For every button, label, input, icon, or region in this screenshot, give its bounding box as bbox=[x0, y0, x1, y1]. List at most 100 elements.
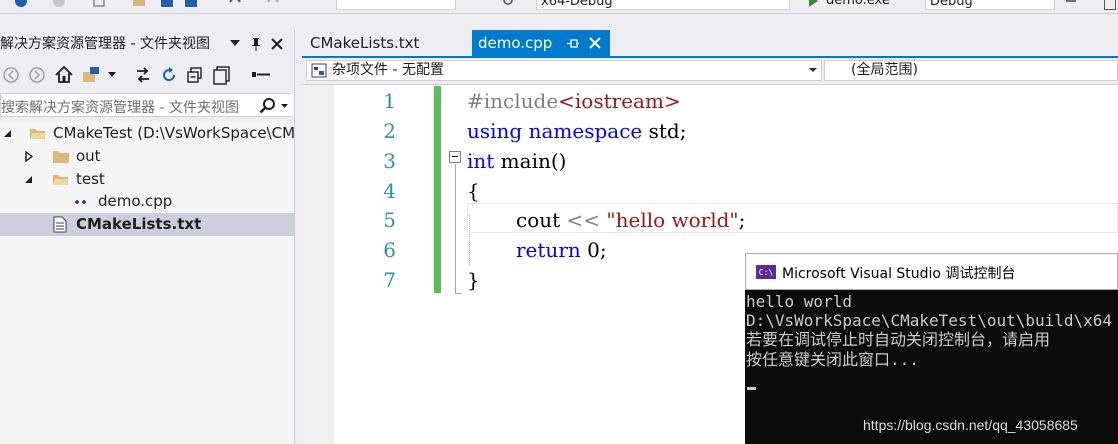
console-cursor bbox=[747, 387, 756, 390]
solution-tree: CMakeTest (D:\VsWorkSpace\CM out test de… bbox=[0, 121, 294, 444]
refresh-icon[interactable] bbox=[160, 66, 178, 84]
close-tab-icon[interactable] bbox=[589, 37, 601, 49]
back-icon[interactable] bbox=[2, 66, 20, 84]
code-line[interactable]: cout << "hello world"; bbox=[516, 205, 745, 235]
string-literal: "hello world" bbox=[606, 208, 739, 232]
code-line[interactable]: using namespace std; bbox=[467, 116, 686, 146]
navigation-bar: 杂项文件 - 无配置 (全局范围) bbox=[302, 58, 1118, 85]
keyword: using bbox=[467, 119, 523, 143]
folder-icon bbox=[53, 151, 69, 163]
preprocessor-directive: #include bbox=[467, 89, 559, 113]
tab-label: CMakeLists.txt bbox=[310, 34, 420, 52]
console-line: 若要在调试停止时自动关闭控制台，请启用 bbox=[746, 330, 1051, 349]
tree-item-label: out bbox=[76, 147, 101, 165]
collapse-function-icon[interactable] bbox=[449, 151, 461, 163]
root-label: CMakeTest (D:\VsWorkSpace\CM bbox=[53, 124, 294, 142]
open-folder-icon[interactable] bbox=[132, 0, 146, 8]
console-title-bar[interactable]: C:\ Microsoft Visual Studio 调试控制台 bbox=[745, 253, 1118, 290]
undo-icon[interactable] bbox=[228, 0, 242, 8]
line-number: 4 bbox=[383, 179, 396, 203]
code-text: } bbox=[467, 268, 480, 292]
debug-console-window[interactable]: C:\ Microsoft Visual Studio 调试控制台 hello … bbox=[745, 253, 1118, 444]
chevron-down-icon[interactable] bbox=[809, 68, 817, 73]
sync-icon[interactable] bbox=[134, 66, 152, 84]
expanded-arrow-icon[interactable] bbox=[24, 175, 33, 184]
watermark: https://blog.csdn.net/qq_43058685 bbox=[863, 417, 1078, 433]
text-file-icon bbox=[53, 216, 67, 233]
tree-item-demo-cpp[interactable]: demo.cpp bbox=[0, 190, 294, 213]
solution-explorer-header: 解决方案资源管理器 - 文件夹视图 bbox=[0, 30, 294, 58]
line-number: 7 bbox=[383, 268, 396, 292]
redo-icon[interactable] bbox=[266, 0, 280, 8]
solution-explorer-title: 解决方案资源管理器 - 文件夹视图 bbox=[0, 36, 210, 52]
misc-files-icon bbox=[311, 63, 327, 78]
window-restore-icon[interactable] bbox=[1104, 0, 1116, 10]
pin-tab-icon[interactable] bbox=[566, 38, 580, 49]
find-box[interactable] bbox=[336, 0, 456, 10]
tab-demo-cpp[interactable]: demo.cpp bbox=[472, 30, 610, 56]
console-line: 按任意键关闭此窗口... bbox=[746, 350, 919, 369]
member-scope-label: (全局范围) bbox=[851, 62, 918, 78]
find-in-files-icon[interactable] bbox=[502, 0, 516, 8]
expanded-arrow-icon[interactable] bbox=[3, 129, 12, 138]
pin-icon[interactable] bbox=[250, 37, 262, 52]
forward-circle-icon[interactable] bbox=[52, 0, 66, 8]
console-icon-text: C:\ bbox=[759, 268, 774, 277]
search-icon[interactable] bbox=[259, 97, 277, 114]
start-debug-icon[interactable] bbox=[806, 0, 820, 8]
solution-explorer-search[interactable]: 搜索解决方案资源管理器 - 文件夹视图 bbox=[0, 93, 293, 117]
save-icon[interactable] bbox=[160, 0, 174, 8]
main-toolbar: x64-Debug demo.exe Debug bbox=[0, 0, 1118, 14]
configuration-dropdown[interactable]: Debug bbox=[925, 0, 1055, 10]
switch-views-icon[interactable] bbox=[82, 66, 102, 84]
tab-label: demo.cpp bbox=[478, 34, 553, 52]
show-all-files-icon[interactable] bbox=[212, 65, 232, 85]
project-scope-dropdown[interactable]: 杂项文件 - 无配置 bbox=[306, 60, 822, 81]
collapsed-arrow-icon[interactable] bbox=[25, 151, 33, 162]
code-text: main() bbox=[494, 149, 567, 173]
collapse-all-icon[interactable] bbox=[186, 66, 204, 84]
tab-cmakelists[interactable]: CMakeLists.txt bbox=[302, 30, 472, 56]
console-line: hello world bbox=[746, 292, 852, 311]
code-text: ; bbox=[738, 208, 746, 232]
project-scope-label: 杂项文件 - 无配置 bbox=[332, 62, 444, 78]
code-line[interactable]: } bbox=[467, 265, 480, 295]
save-all-icon[interactable] bbox=[184, 0, 198, 8]
outline-fold-line bbox=[455, 164, 456, 294]
code-line[interactable]: int main() bbox=[467, 146, 566, 176]
code-line[interactable]: { bbox=[467, 176, 480, 206]
line-number: 6 bbox=[383, 238, 396, 262]
toolbar-overflow-icon[interactable] bbox=[1066, 0, 1076, 2]
close-panel-icon[interactable] bbox=[271, 38, 283, 50]
home-icon[interactable] bbox=[54, 65, 74, 84]
solution-explorer-toolbar bbox=[0, 62, 294, 88]
line-number: 1 bbox=[383, 89, 396, 113]
tree-item-cmakelists[interactable]: CMakeLists.txt bbox=[0, 213, 294, 236]
include-header: <iostream> bbox=[558, 89, 681, 113]
tree-root[interactable]: CMakeTest (D:\VsWorkSpace\CM bbox=[0, 122, 294, 145]
operator: << bbox=[566, 208, 601, 232]
tree-item-out[interactable]: out bbox=[0, 145, 294, 168]
tree-item-test[interactable]: test bbox=[0, 168, 294, 191]
back-circle-icon[interactable] bbox=[14, 0, 28, 8]
switch-views-dropdown-icon[interactable] bbox=[108, 72, 116, 78]
tree-item-label: CMakeLists.txt bbox=[76, 215, 202, 233]
change-tracking-bar bbox=[434, 86, 441, 293]
properties-icon[interactable] bbox=[252, 72, 270, 78]
console-app-icon: C:\ bbox=[756, 265, 776, 279]
member-scope-dropdown[interactable]: (全局范围) bbox=[824, 60, 1118, 81]
code-text: 0; bbox=[580, 238, 607, 262]
code-line[interactable]: #include<iostream> bbox=[467, 86, 681, 116]
folder-open-icon bbox=[30, 129, 46, 139]
platform-dropdown[interactable]: x64-Debug bbox=[536, 0, 790, 10]
new-item-icon[interactable] bbox=[92, 0, 106, 8]
search-placeholder: 搜索解决方案资源管理器 - 文件夹视图 bbox=[1, 100, 239, 116]
code-text: std; bbox=[642, 119, 687, 143]
keyword: namespace bbox=[528, 119, 643, 143]
forward-icon[interactable] bbox=[28, 66, 46, 84]
code-line[interactable]: return 0; bbox=[516, 235, 607, 265]
startup-item-label[interactable]: demo.exe bbox=[826, 0, 890, 10]
window-menu-dropdown-icon[interactable] bbox=[230, 40, 240, 48]
search-options-dropdown-icon[interactable] bbox=[281, 104, 288, 109]
editor-glyph-margin[interactable] bbox=[302, 85, 334, 444]
